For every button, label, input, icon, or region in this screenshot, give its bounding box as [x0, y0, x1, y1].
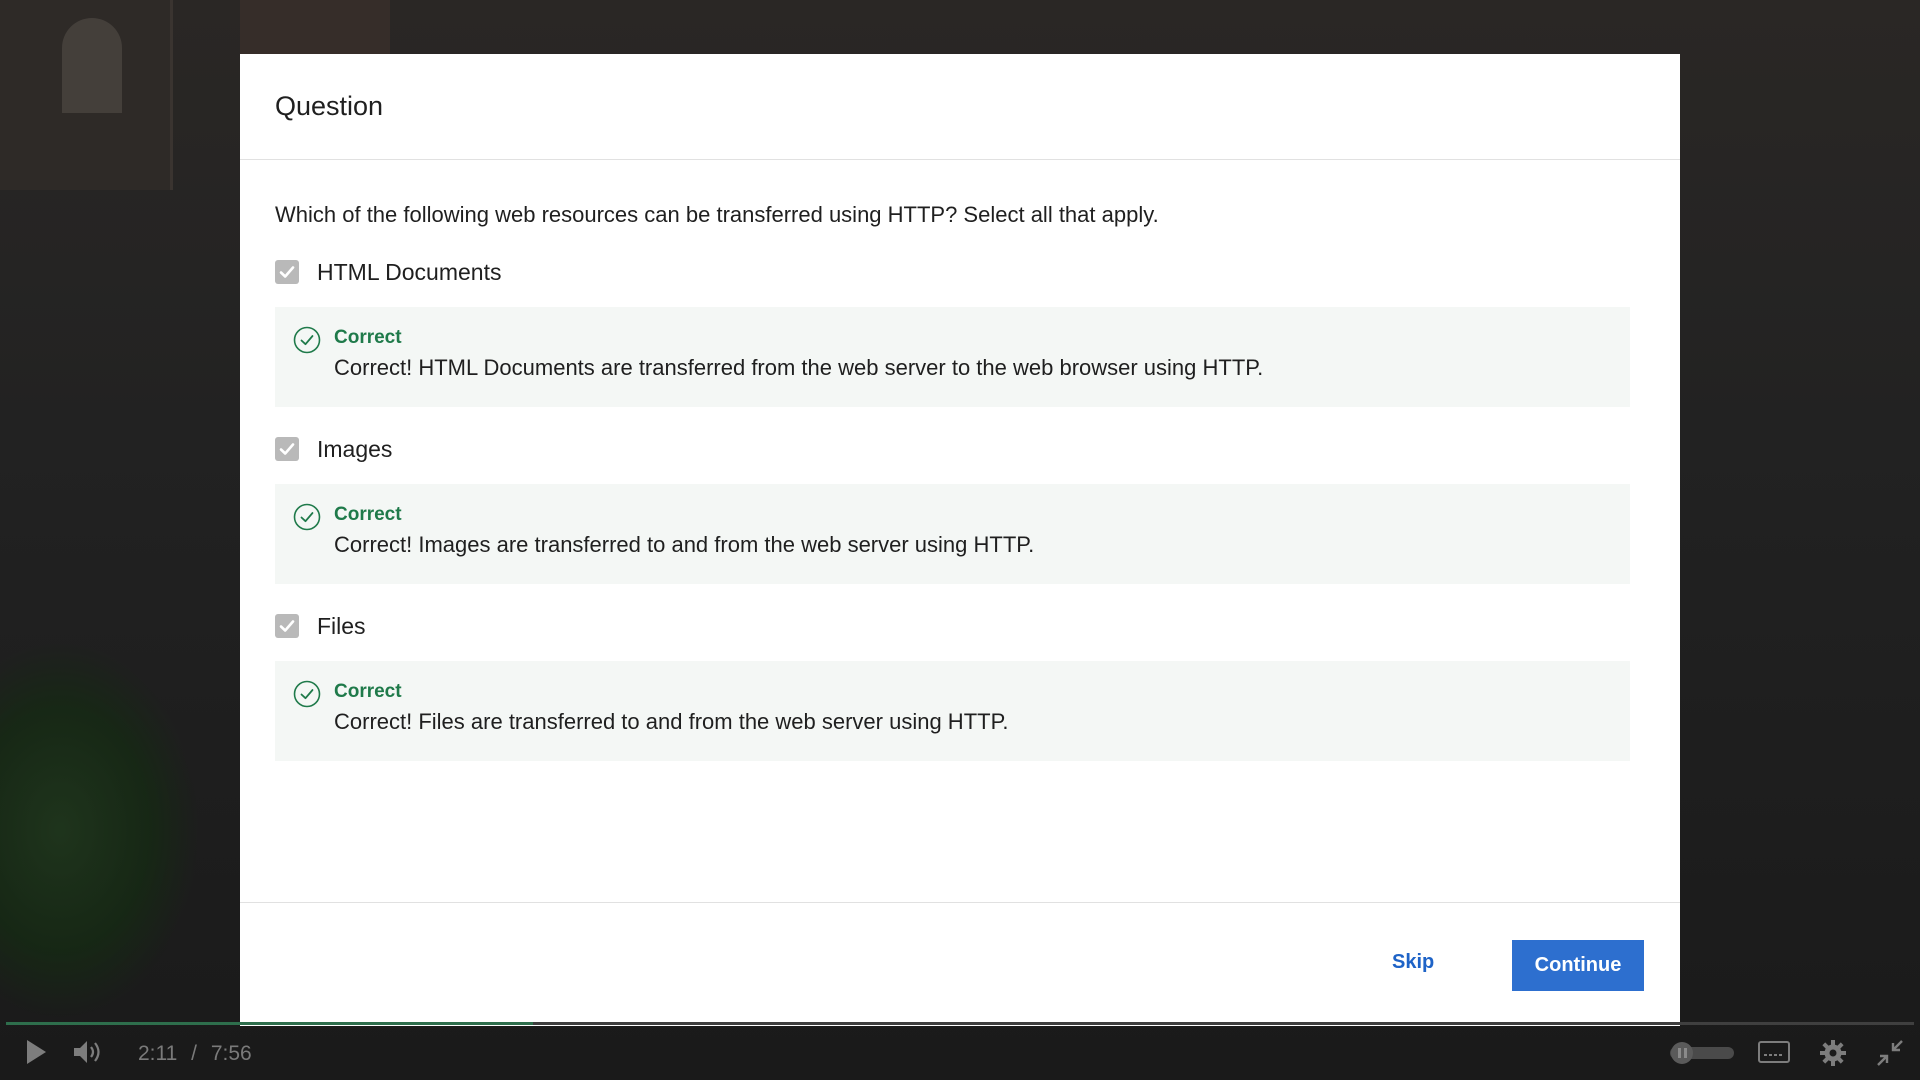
player-controls: 2:11 / 7:56 [0, 1026, 1920, 1080]
checkbox-checked-icon[interactable] [275, 437, 299, 461]
modal-footer: Skip Continue [240, 902, 1680, 1026]
feedback-text: Correct! HTML Documents are transferred … [334, 355, 1264, 380]
feedback-panel: Correct Correct! Images are transferred … [275, 484, 1630, 584]
feedback-panel: Correct Correct! HTML Documents are tran… [275, 307, 1630, 407]
continue-button[interactable]: Continue [1512, 940, 1644, 991]
feedback-text: Correct! Images are transferred to and f… [334, 532, 1035, 557]
option-html-documents[interactable]: HTML Documents [275, 250, 1645, 294]
check-circle-icon [293, 326, 321, 354]
current-time: 2:11 [138, 1042, 178, 1065]
checkbox-checked-icon[interactable] [275, 260, 299, 284]
video-progress-bar[interactable] [6, 1022, 1914, 1025]
time-display: 2:11 / 7:56 [138, 1042, 252, 1066]
option-label: HTML Documents [317, 258, 502, 285]
modal-title: Question [275, 91, 384, 121]
option-files[interactable]: Files [275, 604, 1645, 648]
video-progress-fill [6, 1022, 533, 1025]
feedback-panel: Correct Correct! Files are transferred t… [275, 661, 1630, 761]
feedback-title: Correct [334, 327, 402, 348]
background-plant [0, 640, 200, 1020]
background-shelf [240, 0, 390, 60]
feedback-title: Correct [334, 681, 402, 702]
check-circle-icon [293, 680, 321, 708]
feedback-text: Correct! Files are transferred to and fr… [334, 709, 1009, 734]
play-icon[interactable] [24, 1038, 48, 1066]
volume-icon[interactable] [72, 1038, 106, 1066]
modal-body: Which of the following web resources can… [240, 160, 1680, 761]
feedback-title: Correct [334, 504, 402, 525]
skip-button[interactable]: Skip [1392, 951, 1434, 974]
toggle-icon[interactable] [1666, 1041, 1738, 1065]
question-prompt: Which of the following web resources can… [275, 202, 1159, 227]
option-label: Files [317, 612, 366, 639]
exit-fullscreen-icon[interactable] [1876, 1039, 1904, 1067]
background-picture-frame [0, 0, 173, 190]
question-modal: Question Which of the following web reso… [240, 54, 1680, 1026]
captions-icon[interactable] [1758, 1040, 1790, 1064]
checkbox-checked-icon[interactable] [275, 614, 299, 638]
time-separator: / [191, 1042, 198, 1065]
settings-icon[interactable] [1819, 1039, 1847, 1067]
check-circle-icon [293, 503, 321, 531]
option-label: Images [317, 435, 393, 462]
option-images[interactable]: Images [275, 427, 1645, 471]
duration: 7:56 [210, 1042, 252, 1065]
modal-header: Question [240, 54, 1680, 160]
